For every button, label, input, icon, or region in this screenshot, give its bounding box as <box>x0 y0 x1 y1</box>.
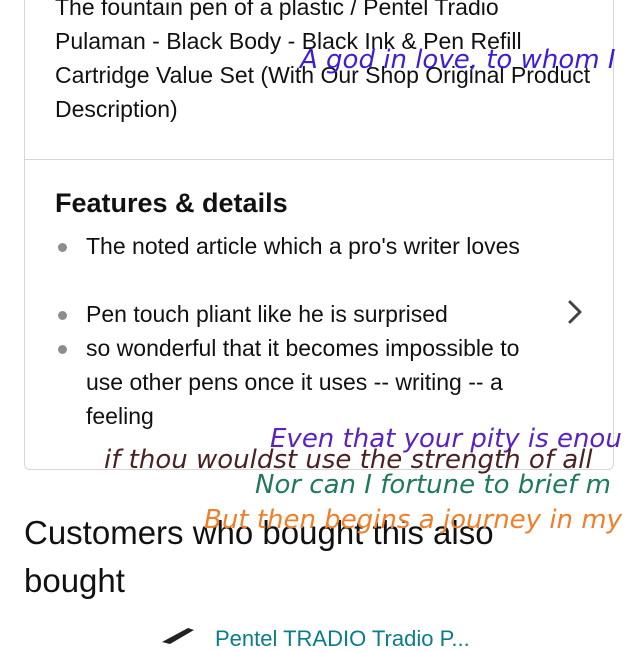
pen-product-thumbnail-icon[interactable] <box>160 624 196 644</box>
bullet-dot-icon <box>58 243 67 252</box>
feature-text: Pen touch pliant like he is surprised <box>86 301 448 327</box>
bullet-dot-icon <box>58 311 67 320</box>
feature-text: so wonderful that it becomes impossible … <box>86 335 520 429</box>
feature-text: The noted article which a pro's writer l… <box>86 233 520 259</box>
product-link-partial[interactable]: Pentel TRADIO Tradio P... <box>215 626 470 652</box>
chevron-right-icon[interactable] <box>564 298 588 326</box>
overlay-text-line: A god in love, to whom I <box>300 45 616 75</box>
overlay-text-line: But then begins a journey in my <box>204 505 623 535</box>
section-divider <box>24 159 614 160</box>
overlay-text-line: Nor can I fortune to brief m <box>255 470 611 500</box>
bullet-dot-icon <box>58 345 67 354</box>
features-heading: Features & details <box>55 188 288 218</box>
